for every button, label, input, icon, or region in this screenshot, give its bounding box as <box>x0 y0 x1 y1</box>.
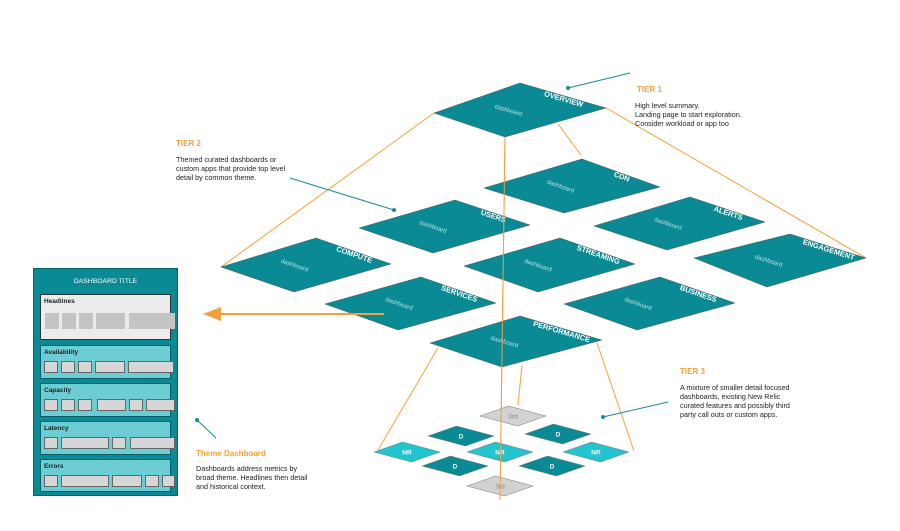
section-latency: Latency <box>40 421 175 455</box>
tier3-tile-label: NR <box>402 450 412 457</box>
dashboard-tile-streaming <box>463 237 636 293</box>
theme-dashboard-description: Dashboards address metrics by broad them… <box>196 464 307 491</box>
widget <box>61 475 109 487</box>
tier2-line: Themed curated dashboards or <box>176 155 277 164</box>
tier3-line: party call outs or custom apps. <box>680 410 778 419</box>
tier2-line: custom apps that provide top level <box>176 164 286 173</box>
callout-line <box>602 401 669 418</box>
widget <box>44 437 58 449</box>
tier3-tile-label: D <box>550 464 555 471</box>
tier1-line: High level summary. <box>635 101 700 110</box>
widget <box>78 399 92 411</box>
callout-dot <box>392 208 396 212</box>
widget <box>146 399 175 411</box>
tier3-tile-label: D <box>453 464 458 471</box>
widget <box>61 399 75 411</box>
callout-line <box>567 72 631 89</box>
widget <box>78 361 92 373</box>
dashboard-tile-alerts <box>593 196 766 251</box>
section-capacity: Capacity <box>40 383 175 417</box>
widget <box>112 437 126 449</box>
callout-dot <box>566 86 570 90</box>
widget <box>128 361 174 373</box>
tier1-line: Landing page to start exploration. <box>635 110 742 119</box>
dashboard-tile-engagement <box>693 233 867 288</box>
section-label: Headlines <box>44 298 75 305</box>
dashboard-tile-business <box>563 276 736 331</box>
section-label: Latency <box>44 425 69 432</box>
widget <box>44 475 58 487</box>
connector-line <box>557 123 582 156</box>
widget <box>129 399 143 411</box>
tier2-title: TIER 2 <box>176 139 201 148</box>
connector-line <box>595 339 635 452</box>
widget <box>95 361 125 373</box>
section-label: Availability <box>44 349 79 356</box>
section-headlines: Headlines <box>40 294 175 340</box>
theme-dashboard-mockup: DASHBOARD TITLE Headlines Availability C… <box>33 268 178 496</box>
widget <box>162 475 175 487</box>
callout-dot <box>601 415 605 419</box>
widget <box>44 361 58 373</box>
callout-line <box>289 177 395 211</box>
tier2-description: Themed curated dashboards or custom apps… <box>176 155 285 182</box>
tier1-line: Consider workload or app too <box>635 119 729 128</box>
section-label: Capacity <box>44 387 72 394</box>
widget <box>61 361 75 373</box>
drilldown-arrow-head-icon <box>203 307 221 321</box>
widget <box>61 437 109 449</box>
tier3-tile-label: D <box>556 432 561 439</box>
callout-dot <box>195 418 199 422</box>
theme-line: broad theme. Headlines then detail <box>196 473 308 482</box>
tier3-description: A mixture of smaller detail focused dash… <box>680 383 790 419</box>
widget <box>45 313 59 329</box>
widget <box>145 475 159 487</box>
callout-line <box>196 419 217 439</box>
tier3-tile-label: NR <box>591 450 601 457</box>
tier3-title: TIER 3 <box>680 367 705 376</box>
widget <box>97 399 126 411</box>
dashboard-tile-services <box>324 276 497 331</box>
theme-line: and historical context. <box>196 482 266 491</box>
tier1-description: High level summary. Landing page to star… <box>635 101 742 128</box>
widget <box>96 313 125 329</box>
tier3-tile-label: D <box>459 434 464 441</box>
dashboard-tile-compute <box>220 237 392 293</box>
theme-dashboard-title: Theme Dashboard <box>196 449 266 458</box>
tier2-line: detail by common theme. <box>176 173 257 182</box>
connector-line <box>377 347 439 451</box>
dashboard-title: DASHBOARD TITLE <box>73 278 138 285</box>
widget <box>129 313 175 329</box>
section-errors: Errors <box>40 459 175 492</box>
widget <box>44 399 58 411</box>
dashboard-tile-overview <box>433 82 607 138</box>
widget <box>112 475 142 487</box>
tier3-tile-label: 3rd <box>508 414 518 421</box>
widget <box>79 313 93 329</box>
tier3-line: A mixture of smaller detail focused <box>680 383 790 392</box>
section-label: Errors <box>44 463 64 470</box>
tier1-title: TIER 1 <box>637 85 662 94</box>
tier3-line: dashboards, existing New Relic <box>680 392 781 401</box>
connector-line <box>517 364 523 406</box>
dashboard-tile-cdn <box>483 158 661 214</box>
section-availability: Availability <box>40 345 174 379</box>
theme-line: Dashboards address metrics by <box>196 464 298 473</box>
dashboard-tile-performance <box>429 315 603 368</box>
tier3-line: curated features and possibly third <box>680 401 790 410</box>
widget <box>130 437 175 449</box>
widget <box>62 313 76 329</box>
